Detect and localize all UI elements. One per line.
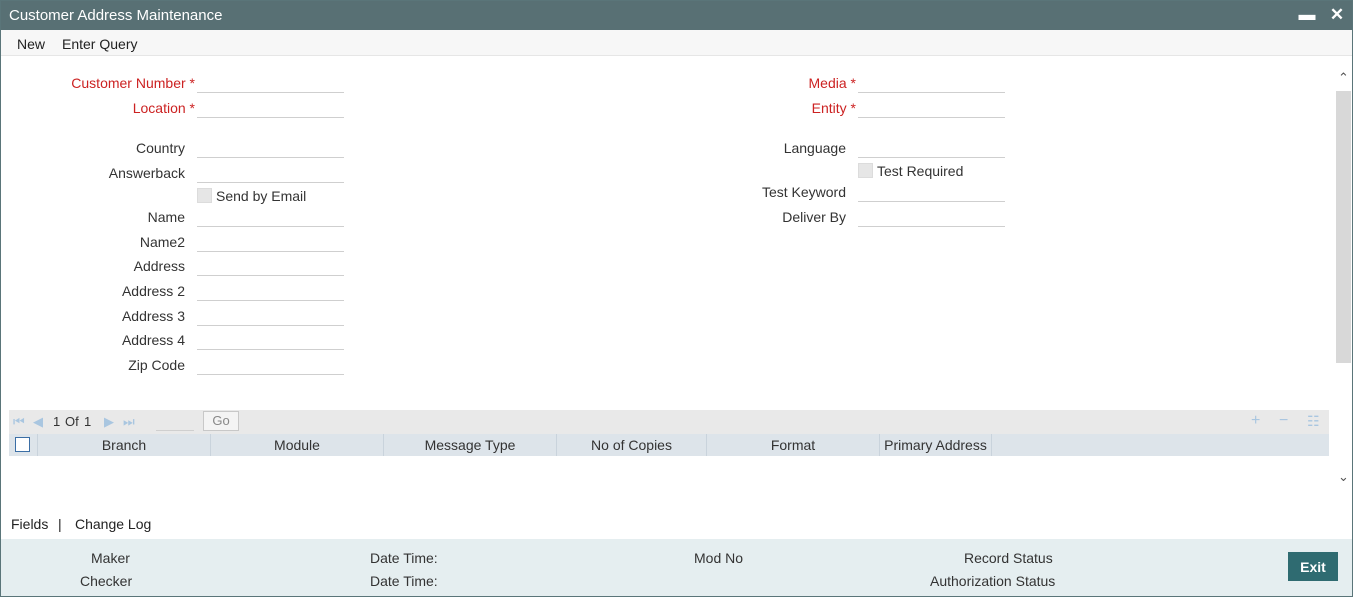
minimize-icon[interactable]: ▬ (1297, 5, 1317, 25)
test-required-checkbox[interactable] (858, 163, 873, 178)
country-input[interactable] (197, 136, 344, 158)
add-row-icon[interactable]: + (1251, 412, 1260, 430)
page-total: 1 (84, 414, 92, 429)
form-area: Customer Number * Location * Country Ans… (1, 57, 1335, 507)
address4-input[interactable] (197, 328, 344, 350)
list-view-icon[interactable]: ☷ (1307, 413, 1320, 430)
next-page-icon[interactable]: ▶ (104, 414, 114, 430)
footer-links: Fields | Change Log (1, 507, 1352, 539)
change-log-link[interactable]: Change Log (75, 516, 151, 532)
maker-label: Maker (91, 550, 130, 566)
window-title: Customer Address Maintenance (9, 7, 223, 24)
name-input[interactable] (197, 205, 344, 227)
send-by-email-label: Send by Email (216, 188, 307, 204)
scroll-down-icon[interactable]: ⌄ (1337, 470, 1350, 484)
entity-label: Entity * (811, 100, 856, 116)
title-bar: Customer Address Maintenance ▬ ✕ (1, 1, 1352, 30)
media-input[interactable] (858, 71, 1005, 93)
scroll-up-icon[interactable]: ⌃ (1337, 71, 1350, 85)
page-of-label: Of (65, 414, 79, 429)
mod-no-label: Mod No (694, 550, 744, 566)
entity-input[interactable] (858, 96, 1005, 118)
test-keyword-input[interactable] (858, 180, 1005, 202)
go-button[interactable]: Go (203, 411, 239, 431)
last-page-icon[interactable]: ⏭ (123, 414, 135, 430)
column-header-primary-address[interactable]: Primary Address (880, 434, 992, 456)
language-input[interactable] (858, 136, 1005, 158)
zip-code-label: Zip Code (128, 357, 185, 373)
vertical-scrollbar[interactable]: ⌃ ⌄ (1335, 57, 1352, 507)
deliver-by-input[interactable] (858, 205, 1005, 227)
customer-number-label: Customer Number * (71, 75, 195, 91)
name-label: Name (147, 209, 185, 225)
column-header-message-type[interactable]: Message Type (384, 434, 557, 456)
column-header-module[interactable]: Module (211, 434, 384, 456)
answerback-label: Answerback (108, 165, 185, 181)
authorization-status-label: Authorization Status (930, 573, 1056, 589)
address2-label: Address 2 (121, 283, 185, 299)
new-menu-item[interactable]: New (17, 36, 45, 52)
checker-date-time-label: Date Time: (370, 573, 438, 589)
address3-input[interactable] (197, 304, 344, 326)
address2-input[interactable] (197, 279, 344, 301)
zip-code-input[interactable] (197, 353, 344, 375)
audit-panel: Maker Checker Date Time: Date Time: Mod … (1, 539, 1352, 596)
column-header-format[interactable]: Format (707, 434, 880, 456)
name2-input[interactable] (197, 230, 344, 252)
exit-button[interactable]: Exit (1288, 552, 1338, 581)
test-required-label: Test Required (877, 163, 964, 179)
customer-number-input[interactable] (197, 71, 344, 93)
deliver-by-label: Deliver By (782, 209, 846, 225)
scrollbar-thumb[interactable] (1336, 91, 1351, 363)
answerback-input[interactable] (197, 161, 344, 183)
close-icon[interactable]: ✕ (1327, 5, 1347, 25)
fields-link[interactable]: Fields (11, 516, 48, 532)
send-by-email-checkbox[interactable] (197, 188, 212, 203)
record-status-label: Record Status (964, 550, 1053, 566)
media-label: Media * (808, 75, 856, 91)
address-label: Address (133, 258, 185, 274)
grid-header: Branch Module Message Type No of Copies … (9, 434, 1329, 456)
enter-query-menu-item[interactable]: Enter Query (62, 36, 137, 52)
address4-label: Address 4 (121, 332, 185, 348)
customer-address-maintenance-window: Customer Address Maintenance ▬ ✕ New Ent… (0, 0, 1353, 597)
name2-label: Name2 (139, 234, 185, 250)
menu-bar: New Enter Query (1, 30, 1352, 56)
checkbox-column (9, 434, 38, 456)
test-keyword-label: Test Keyword (761, 184, 846, 200)
page-current: 1 (53, 414, 61, 429)
delete-row-icon[interactable]: − (1279, 412, 1288, 430)
country-label: Country (135, 140, 185, 156)
address3-label: Address 3 (121, 308, 185, 324)
page-number-input[interactable] (156, 413, 194, 431)
footer-separator: | (58, 516, 62, 532)
location-label: Location * (132, 100, 195, 116)
maker-date-time-label: Date Time: (370, 550, 438, 566)
first-page-icon[interactable]: ⏮ (13, 414, 25, 430)
column-header-no-of-copies[interactable]: No of Copies (557, 434, 707, 456)
address-input[interactable] (197, 254, 344, 276)
language-label: Language (783, 140, 846, 156)
previous-page-icon[interactable]: ◀ (33, 414, 43, 430)
location-input[interactable] (197, 96, 344, 118)
checker-label: Checker (80, 573, 133, 589)
grid-toolbar: ⏮ ◀ 1 Of 1 ▶ ⏭ Go + − ☷ (9, 410, 1329, 434)
column-header-branch[interactable]: Branch (38, 434, 211, 456)
